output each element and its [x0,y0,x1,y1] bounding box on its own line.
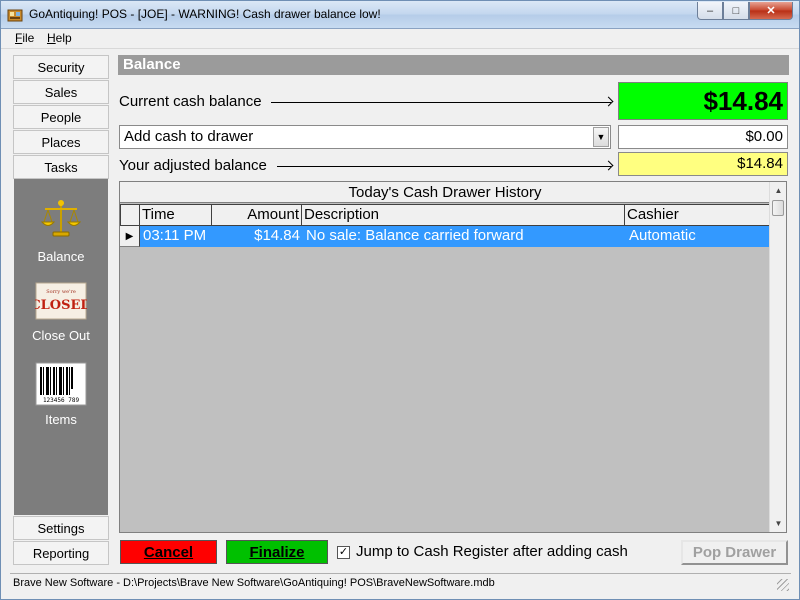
svg-text:123456 789: 123456 789 [43,397,80,404]
history-caption: Today's Cash Drawer History [120,182,770,203]
chevron-down-icon: ▼ [596,132,606,142]
table-row[interactable]: ▶ 03:11 PM $14.84 No sale: Balance carri… [120,226,770,247]
status-text: Brave New Software - D:\Projects\Brave N… [13,577,495,589]
jump-to-register-checkbox[interactable]: ✓ [337,546,350,559]
cash-action-selected: Add cash to drawer [124,128,254,145]
cancel-button[interactable]: Cancel [120,540,217,564]
minimize-button[interactable]: – [697,2,723,20]
app-window: GoAntiquing! POS - [JOE] - WARNING! Cash… [0,0,800,600]
adjusted-balance-label: Your adjusted balance [119,157,267,174]
section-header: Balance [118,55,789,75]
close-button[interactable]: ✕ [749,2,793,20]
sidebar-settings-button[interactable]: Settings [13,516,109,540]
column-header-amount[interactable]: Amount [212,204,302,226]
menu-help[interactable]: Help [47,31,72,45]
cell-description: No sale: Balance carried forward [306,227,524,244]
finalize-button[interactable]: Finalize [226,540,328,564]
scroll-down-icon[interactable]: ▼ [770,515,787,532]
app-icon [7,9,23,22]
title-bar[interactable]: GoAntiquing! POS - [JOE] - WARNING! Cash… [1,1,799,29]
current-balance-label: Current cash balance [119,93,262,110]
sidebar-sales-button[interactable]: Sales [13,80,109,104]
cell-cashier: Automatic [629,227,696,244]
maximize-button[interactable]: □ [723,2,749,20]
column-header-description[interactable]: Description [302,204,625,226]
cell-amount: $14.84 [254,227,300,244]
sidebar-security-button[interactable]: Security [13,55,109,79]
task-balance[interactable]: Balance [14,197,108,264]
scroll-thumb[interactable] [772,200,784,216]
scroll-up-icon[interactable]: ▲ [770,182,787,199]
maximize-icon: □ [732,4,740,17]
row-pointer-icon: ▶ [120,226,140,247]
amount-input[interactable]: $0.00 [618,125,788,149]
minimize-icon: – [706,4,714,17]
svg-text:CLOSED: CLOSED [35,298,87,313]
adjusted-balance-value: $14.84 [618,152,788,176]
task-close-out[interactable]: Sorry we're CLOSED Close Out [14,282,108,343]
close-icon: ✕ [766,5,776,17]
barcode-icon: 123456 789 [35,362,87,406]
status-bar: Brave New Software - D:\Projects\Brave N… [10,573,791,593]
column-header-time[interactable]: Time [140,204,212,226]
window-title: GoAntiquing! POS - [JOE] - WARNING! Cash… [29,7,381,21]
task-items[interactable]: 123456 789 Items [14,362,108,427]
sidebar-people-button[interactable]: People [13,105,109,129]
resize-grip-icon[interactable] [777,579,789,591]
cell-time: 03:11 PM [143,227,207,244]
column-header-cashier[interactable]: Cashier [625,204,770,226]
task-close-out-label: Close Out [32,328,90,343]
menu-bar: File Help [1,29,799,49]
task-balance-label: Balance [37,249,85,264]
sidebar-places-button[interactable]: Places [13,130,109,154]
adjusted-balance-arrow [277,166,611,167]
task-panel: Balance Sorry we're CLOSED Close Out 123… [14,179,108,515]
history-header-row: Time Amount Description Cashier [120,204,770,226]
sidebar-reporting-button[interactable]: Reporting [13,541,109,565]
pop-drawer-button[interactable]: Pop Drawer [681,540,788,565]
menu-file[interactable]: File [15,31,34,45]
current-balance-arrow [271,102,611,103]
cash-action-select[interactable]: Add cash to drawer ▼ [119,125,611,149]
closed-sign-icon: Sorry we're CLOSED [35,282,87,320]
sidebar: Security Sales People Places Tasks Balan… [13,54,109,567]
dropdown-button[interactable]: ▼ [593,127,609,147]
history-grid[interactable]: Today's Cash Drawer History Time Amount … [119,181,787,533]
task-items-label: Items [45,412,77,427]
sidebar-tasks-button[interactable]: Tasks [13,155,109,179]
svg-text:Sorry we're: Sorry we're [46,289,76,295]
balance-scale-icon [40,200,82,237]
current-balance-value: $14.84 [618,82,788,120]
checkmark-icon: ✓ [338,546,349,558]
jump-to-register-label[interactable]: Jump to Cash Register after adding cash [356,543,628,560]
row-header-corner [120,204,140,226]
vertical-scrollbar[interactable]: ▲ ▼ [769,182,786,532]
